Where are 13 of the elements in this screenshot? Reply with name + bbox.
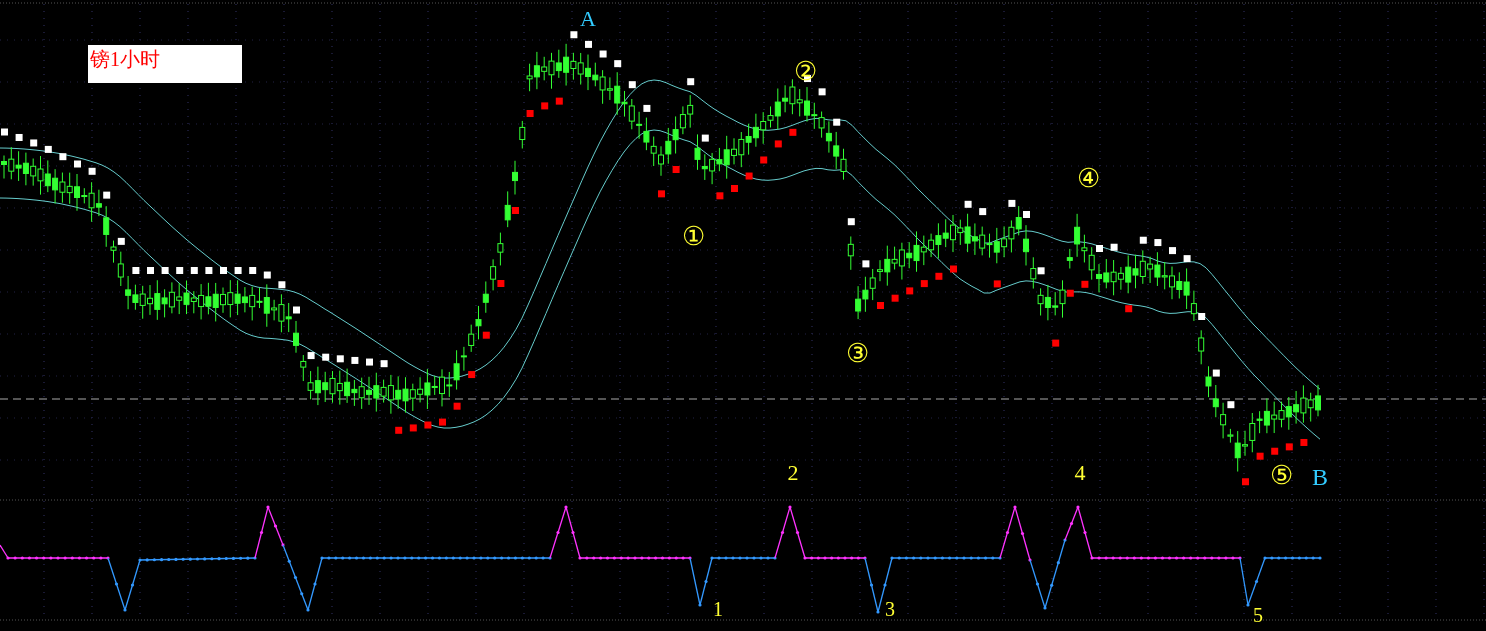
wave-marker: ② <box>793 57 817 86</box>
wave-marker: 2 <box>787 460 799 485</box>
wave-marker: 4 <box>1074 460 1086 485</box>
wave-marker: ③ <box>845 339 869 368</box>
wave-marker: ① <box>681 222 705 251</box>
wave-marker: B <box>1312 464 1328 490</box>
wave-marker: 1 <box>713 598 723 620</box>
wave-marker: A <box>580 6 596 31</box>
wave-marker: 3 <box>885 598 895 620</box>
wave-marker: ⑤ <box>1269 461 1293 490</box>
wave-marker: 5 <box>1253 604 1263 626</box>
wave-marker: ④ <box>1076 164 1100 193</box>
chart-label: 镑1小时 <box>88 45 242 83</box>
